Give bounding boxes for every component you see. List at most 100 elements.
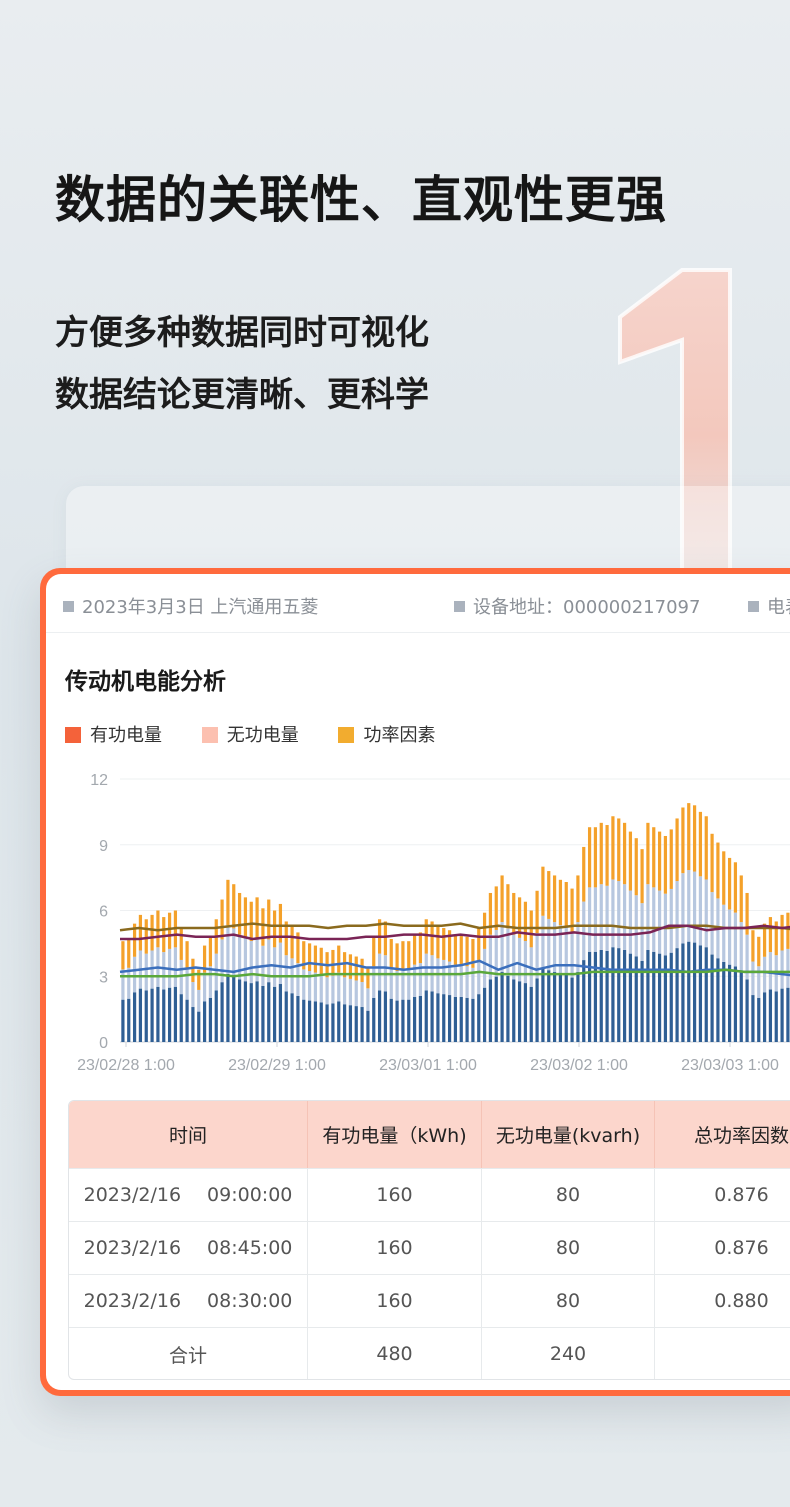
bar-segment-dark <box>331 1003 335 1042</box>
bar-segment-dark <box>547 970 551 1042</box>
bar-segment-light <box>202 972 207 1002</box>
bar-segment-light <box>348 978 353 1006</box>
table-cell-total-reactive: 240 <box>482 1328 655 1379</box>
bar-segment-dark <box>272 986 277 1042</box>
bar-segment-orange <box>541 866 545 916</box>
bar-segment-light <box>652 887 656 952</box>
bar-segment-orange <box>389 938 393 968</box>
bar-segment-dark <box>529 986 533 1042</box>
info-item-date: 2023年3月3日 上汽通用五菱 <box>63 593 318 619</box>
legend-swatch-power-factor <box>338 727 355 743</box>
y-tick-label: 3 <box>99 969 108 986</box>
bar-segment-dark <box>517 981 522 1042</box>
bar-segment-light <box>459 964 463 997</box>
bar-segment-light <box>237 934 242 980</box>
bar-segment-light <box>453 964 458 997</box>
bar-segment-orange <box>150 914 154 951</box>
bar-segment-dark <box>477 994 481 1042</box>
bar-segment-light <box>284 955 288 992</box>
legend-item-power-factor[interactable]: 功率因素 <box>338 721 435 747</box>
bar-segment-dark <box>156 986 160 1042</box>
bar-segment-orange <box>757 936 761 967</box>
bar-segment-orange <box>751 930 755 962</box>
bar-segment-orange <box>144 919 148 954</box>
headline: 数据的关联性、直观性更强 <box>55 171 667 229</box>
bar-segment-light <box>657 890 662 954</box>
bar-segment-light <box>599 884 603 950</box>
legend-item-active[interactable]: 有功电量 <box>65 721 162 747</box>
bar-segment-light <box>442 959 446 995</box>
bar-segment-orange <box>547 871 551 919</box>
bar-segment-dark <box>447 995 452 1042</box>
bar-segment-dark <box>208 997 213 1042</box>
bar-segment-light <box>424 953 428 991</box>
bar-segment-dark <box>541 968 545 1042</box>
table-row[interactable]: 2023/2/16 09:00:00 160 80 0.876 <box>69 1168 790 1221</box>
bar-segment-orange <box>704 816 708 880</box>
bar-segment-dark <box>768 989 773 1042</box>
bar-segment-orange <box>191 958 195 983</box>
bar-segment-light <box>197 989 201 1012</box>
bar-segment-orange <box>243 897 248 938</box>
bar-segment-dark <box>611 947 615 1042</box>
bar-segment-light <box>786 948 790 988</box>
bar-segment-light <box>377 953 382 991</box>
bar-segment-orange <box>681 807 685 874</box>
bar-segment-light <box>360 982 364 1008</box>
bar-segment-light <box>389 967 393 999</box>
bar-segment-light <box>634 895 638 957</box>
legend-item-reactive[interactable]: 无功电量 <box>201 721 299 747</box>
bar-segment-orange <box>652 827 656 888</box>
bar-segment-dark <box>191 1007 195 1042</box>
bar-segment-orange <box>383 921 388 956</box>
bar-segment-dark <box>751 995 755 1042</box>
bar-segment-dark <box>652 951 656 1042</box>
bar-segment-dark <box>418 995 423 1042</box>
bar-segment-dark <box>698 945 703 1042</box>
bar-segment-orange <box>640 849 644 904</box>
bar-segment-orange <box>354 956 358 981</box>
bar-segment-orange <box>558 879 563 926</box>
bar-segment-light <box>121 969 125 1000</box>
bar-segment-light <box>698 876 703 946</box>
table-cell-active: 160 <box>308 1275 482 1327</box>
bar-segment-light <box>570 931 574 978</box>
bar-segment-orange <box>564 882 568 927</box>
legend-swatch-reactive <box>201 727 218 743</box>
bar-segment-dark <box>138 988 143 1042</box>
bar-segment-orange <box>506 884 510 929</box>
table-row[interactable]: 2023/2/16 08:45:00 160 80 0.876 <box>69 1221 790 1274</box>
table-row[interactable]: 2023/2/16 08:30:00 160 80 0.880 <box>69 1274 790 1327</box>
bar-segment-dark <box>494 976 498 1042</box>
bar-segment-orange <box>582 846 586 902</box>
bar-segment-light <box>395 970 399 1001</box>
bar-segment-dark <box>733 966 738 1042</box>
bar-segment-dark <box>284 991 288 1042</box>
bar-segment-orange <box>185 941 189 970</box>
bar-segment-dark <box>453 996 458 1042</box>
bar-segment-light <box>208 966 213 998</box>
bar-segment-dark <box>564 974 568 1042</box>
bar-segment-orange <box>395 943 399 971</box>
info-item-device-address: 设备地址：000000217097 <box>454 593 700 619</box>
bar-segment-dark <box>628 953 633 1042</box>
bar-segment-orange <box>634 838 638 896</box>
bar-segment-dark <box>692 942 697 1042</box>
bar-segment-orange <box>290 925 294 959</box>
y-tick-label: 6 <box>99 904 108 921</box>
bar-segment-light <box>132 956 137 993</box>
bar-segment-orange <box>523 901 528 942</box>
info-bar: 2023年3月3日 上汽通用五菱 设备地址：000000217097 电表 <box>46 574 790 633</box>
bar-segment-dark <box>121 999 125 1042</box>
bar-segment-light <box>733 912 738 967</box>
bar-segment-dark <box>348 1005 353 1042</box>
info-item-meter: 电表 <box>748 593 790 619</box>
table-cell-time: 2023/2/16 08:45:00 <box>69 1222 308 1274</box>
bar-segment-orange <box>692 805 697 872</box>
bar-segment-dark <box>657 953 662 1042</box>
bar-segment-orange <box>687 803 691 870</box>
bar-segment-light <box>354 980 358 1007</box>
bar-segment-dark <box>780 988 784 1042</box>
bar-segment-light <box>535 933 539 979</box>
bar-segment-dark <box>587 951 592 1042</box>
